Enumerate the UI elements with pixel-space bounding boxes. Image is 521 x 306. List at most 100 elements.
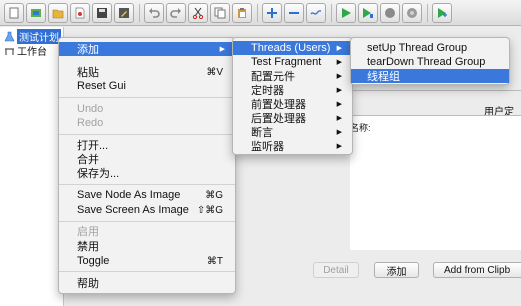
cut-button[interactable] (188, 3, 208, 23)
toolbar (0, 0, 521, 26)
menu-item-label: Toggle (77, 255, 110, 267)
tree-item-workbench[interactable]: 工作台 (4, 44, 47, 58)
expand-button[interactable] (262, 3, 282, 23)
menu-item-test-fragment[interactable]: Test Fragment ▶ (233, 55, 352, 69)
menu-item-label: tearDown Thread Group (367, 56, 486, 68)
start-no-pause-button[interactable] (358, 3, 378, 23)
menu-item-label: Test Fragment (251, 56, 322, 68)
shutdown-icon (407, 8, 417, 18)
new-button[interactable] (4, 3, 24, 23)
copy-button[interactable] (210, 3, 230, 23)
menu-item-label: 启用 (77, 226, 99, 238)
menu-separator (59, 184, 235, 185)
menu-item-save-screen-image[interactable]: Save Screen As Image ⇧⌘G (59, 203, 235, 217)
shutdown-button[interactable] (402, 3, 422, 23)
menu-item-timer[interactable]: 定时器 ▶ (233, 83, 352, 97)
add-from-clipboard-button[interactable]: Add from Clipb (433, 262, 521, 278)
menu-item-label: Redo (77, 117, 104, 129)
copy-icon (214, 7, 226, 19)
stop-icon (385, 8, 395, 18)
add-submenu: Threads (Users) ▶ Test Fragment ▶ 配置元件 ▶… (232, 37, 353, 155)
toggle-button[interactable] (306, 3, 326, 23)
submenu-arrow-icon: ▶ (336, 115, 342, 122)
menu-item-disable[interactable]: 禁用 (59, 239, 235, 253)
menu-item-open[interactable]: 打开... (59, 138, 235, 152)
undo-button[interactable] (144, 3, 164, 23)
start-button[interactable] (336, 3, 356, 23)
menu-item-teardown-thread-group[interactable]: tearDown Thread Group (351, 55, 509, 69)
menu-item-thread-group[interactable]: 线程组 (351, 69, 509, 83)
new-icon (9, 7, 19, 19)
menu-item-threads[interactable]: Threads (Users) ▶ (233, 41, 352, 55)
submenu-arrow-icon: ▶ (336, 129, 342, 136)
submenu-arrow-icon: ▶ (336, 73, 342, 80)
menu-item-toggle[interactable]: Toggle ⌘T (59, 254, 235, 268)
menu-item-merge[interactable]: 合并 (59, 152, 235, 166)
menu-item-label: 粘贴 (77, 67, 99, 79)
flask-icon (4, 31, 15, 42)
context-menu: 添加 ▶ 粘贴 ⌘V Reset Gui Undo Redo 打开... 合并 … (58, 37, 236, 294)
redo-button[interactable] (166, 3, 186, 23)
recent-icon (75, 7, 85, 19)
templates-button[interactable] (26, 3, 46, 23)
submenu-arrow-icon: ▶ (336, 59, 342, 66)
remote-start-button[interactable] (432, 3, 452, 23)
save-as-button[interactable] (114, 3, 134, 23)
menu-item-label: 线程组 (367, 71, 400, 83)
menu-item-reset-gui[interactable]: Reset Gui (59, 79, 235, 93)
save-button[interactable] (92, 3, 112, 23)
shortcut-label: ⌘T (206, 255, 223, 267)
menu-item-enable[interactable]: 启用 (59, 224, 235, 238)
menu-item-listeners[interactable]: 监听器 ▶ (233, 139, 352, 153)
menu-item-save-as[interactable]: 保存为... (59, 166, 235, 180)
save-as-icon (119, 8, 129, 18)
menu-item-post-processors[interactable]: 后置处理器 ▶ (233, 111, 352, 125)
menu-item-help[interactable]: 帮助 (59, 276, 235, 290)
tree-item-label: 工作台 (17, 47, 47, 58)
menu-item-config-elements[interactable]: 配置元件 ▶ (233, 69, 352, 83)
menu-item-label: 保存为... (77, 168, 120, 180)
menu-item-label: 禁用 (77, 241, 99, 253)
menu-item-redo[interactable]: Redo (59, 116, 235, 130)
menu-item-setup-thread-group[interactable]: setUp Thread Group (351, 41, 509, 55)
threads-submenu: setUp Thread Group tearDown Thread Group… (350, 37, 510, 85)
open-button[interactable] (48, 3, 68, 23)
submenu-arrow-icon: ▶ (336, 143, 342, 150)
menu-item-label: 帮助 (77, 278, 99, 290)
menu-item-label: Threads (Users) (251, 42, 331, 54)
menu-item-assertions[interactable]: 断言 ▶ (233, 125, 352, 139)
toggle-icon (310, 10, 322, 15)
submenu-arrow-icon: ▶ (336, 87, 342, 94)
collapse-icon (289, 12, 299, 14)
menu-item-paste[interactable]: 粘贴 ⌘V (59, 65, 235, 80)
menu-item-label: Save Node As Image (77, 189, 181, 201)
menu-item-add[interactable]: 添加 ▶ (59, 42, 235, 56)
detail-button[interactable]: Detail (313, 262, 359, 278)
menu-item-save-node-image[interactable]: Save Node As Image ⌘G (59, 188, 235, 202)
undo-icon (149, 8, 160, 18)
menu-item-pre-processors[interactable]: 前置处理器 ▶ (233, 97, 352, 111)
shortcut-label: ⌘G (205, 189, 223, 201)
add-button[interactable]: 添加 (374, 262, 419, 278)
templates-icon (31, 9, 41, 17)
redo-icon (170, 8, 181, 18)
menu-item-label: Undo (77, 103, 104, 115)
tree-item-test-plan[interactable]: 测试计划 (4, 29, 61, 44)
start-icon (342, 8, 351, 18)
remote-start-icon (438, 8, 447, 18)
paste-icon (238, 8, 246, 18)
recent-button[interactable] (70, 3, 90, 23)
name-column-header: 名称: (350, 123, 371, 133)
submenu-arrow-icon: ▶ (219, 46, 225, 53)
shortcut-label: ⌘V (206, 66, 223, 78)
menu-item-undo[interactable]: Undo (59, 102, 235, 116)
menu-item-label: Reset Gui (77, 80, 126, 92)
stop-button[interactable] (380, 3, 400, 23)
submenu-arrow-icon: ▶ (336, 45, 342, 52)
collapse-button[interactable] (284, 3, 304, 23)
menu-item-label: 监听器 (251, 141, 284, 153)
menu-separator (59, 221, 235, 222)
variables-table[interactable] (350, 115, 521, 250)
start-no-pause-icon (363, 8, 373, 18)
paste-button[interactable] (232, 3, 252, 23)
